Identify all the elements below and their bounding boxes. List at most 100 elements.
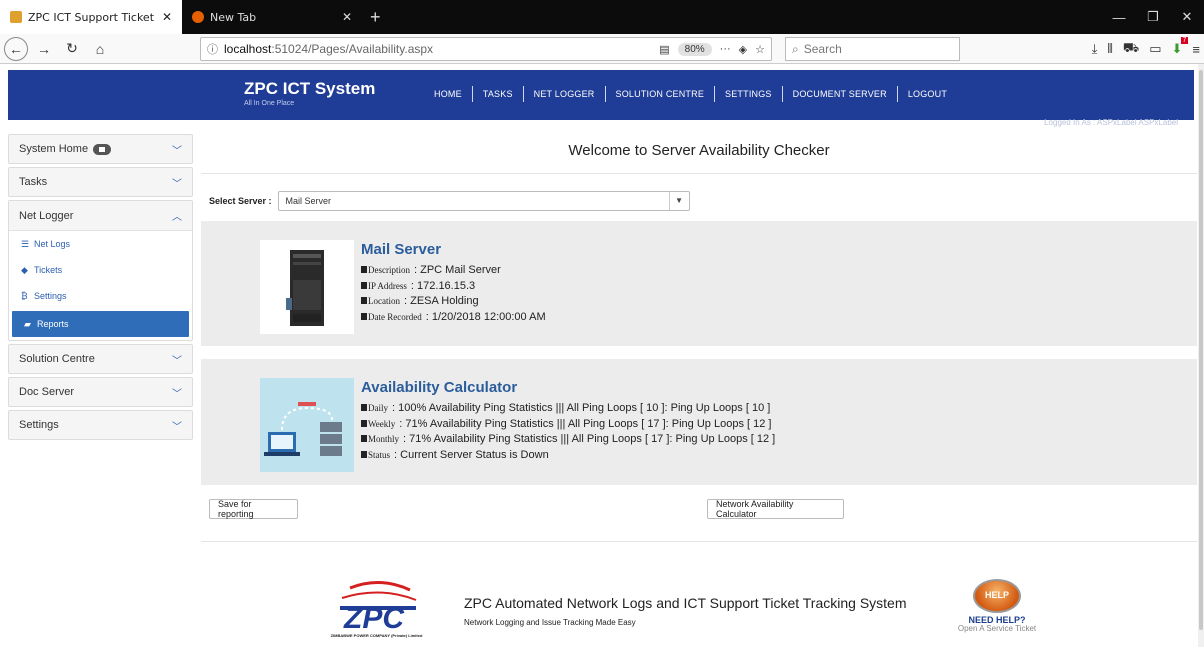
tab-new[interactable]: New Tab ✕: [182, 0, 362, 34]
sidebar-item-solution-centre[interactable]: Solution Centre ﹀: [8, 344, 193, 374]
search-placeholder: Search: [803, 42, 842, 56]
location-value: : ZESA Holding: [404, 295, 479, 307]
site-header: ZPC ICT System All In One Place HOME TAS…: [8, 70, 1194, 120]
footer-subtitle: Network Logging and Issue Tracking Made …: [464, 618, 636, 627]
back-icon[interactable]: ←: [4, 36, 28, 61]
zoom-level[interactable]: 80%: [677, 42, 712, 56]
server-description-row: Description : ZPC Mail Server: [361, 264, 546, 280]
library-icon[interactable]: ⫴: [1107, 41, 1112, 57]
menu-home[interactable]: HOME: [424, 86, 473, 102]
tab-title: New Tab: [210, 10, 257, 24]
scrollbar-thumb[interactable]: [1199, 70, 1203, 630]
sidebar-icon[interactable]: ▭: [1149, 41, 1161, 57]
tab-close-icon[interactable]: ✕: [342, 10, 352, 24]
restore-icon[interactable]: ❐: [1136, 9, 1170, 25]
new-tab-button[interactable]: +: [362, 0, 389, 34]
sidebar-subitem-label: Settings: [34, 291, 67, 301]
menu-solution-centre[interactable]: SOLUTION CENTRE: [606, 86, 716, 102]
server-select-row: Select Server : Mail Server ▼: [209, 191, 690, 211]
menu-tasks[interactable]: TASKS: [473, 86, 524, 102]
page-title: Welcome to Server Availability Checker: [201, 134, 1197, 174]
menu-document-server[interactable]: DOCUMENT SERVER: [783, 86, 898, 102]
availability-details: Daily : 100% Availability Ping Statistic…: [361, 402, 775, 464]
sidebar-item-system-home[interactable]: System Home ﹀: [8, 134, 193, 164]
cart-icon[interactable]: ⛟: [1123, 40, 1139, 58]
network-availability-button[interactable]: Network Availability Calculator: [707, 499, 844, 519]
search-input[interactable]: ⌕ Search: [785, 37, 960, 61]
server-date-row: Date Recorded : 1/20/2018 12:00:00 AM: [361, 311, 546, 327]
browser-nav-bar: ← → ↻ ⌂ ⓘ localhost:51024/Pages/Availabi…: [0, 34, 1204, 64]
status-label: Status: [368, 449, 391, 460]
top-menu: HOME TASKS NET LOGGER SOLUTION CENTRE SE…: [424, 86, 957, 102]
sidebar-item-settings[interactable]: Settings ﹀: [8, 410, 193, 440]
date-value: : 1/20/2018 12:00:00 AM: [425, 310, 546, 323]
zpc-logo: ZPC ZIMBABWE POWER COMPANY (Private) Lim…: [330, 580, 423, 644]
ip-value: : 172.16.15.3: [410, 279, 476, 292]
logo-text: ZIMBABWE POWER COMPANY (Private) Limited: [330, 633, 423, 638]
server-details: Description : ZPC Mail Server IP Address…: [361, 264, 546, 326]
bullet-icon: [361, 404, 367, 411]
page-scrollbar[interactable]: [1198, 64, 1204, 647]
page: ZPC ICT System All In One Place HOME TAS…: [0, 64, 1204, 647]
bookmark-star-icon[interactable]: ☆: [755, 43, 765, 56]
server-select-value: Mail Server: [285, 196, 332, 206]
search-icon: ⌕: [792, 41, 799, 56]
sidebar-subitem-reports[interactable]: ▰ Reports: [12, 311, 189, 337]
addon-icon[interactable]: ⬇ 7: [1172, 37, 1189, 57]
info-icon[interactable]: ⓘ: [207, 41, 218, 57]
chevron-down-icon: ﹀: [172, 355, 182, 367]
brand[interactable]: ZPC ICT System All In One Place: [244, 79, 375, 107]
tab-zpc[interactable]: ZPC ICT Support Ticket System ✕: [0, 0, 182, 34]
reader-view-icon[interactable]: ▤: [659, 43, 669, 56]
open-ticket-label: Open A Service Ticket: [957, 624, 1037, 633]
bullet-icon: [361, 312, 367, 320]
chevron-up-icon: ︿: [172, 212, 182, 223]
help-ball-icon: HELP: [973, 579, 1021, 613]
menu-icon[interactable]: ≡: [1192, 42, 1200, 57]
sidebar-group-net-logger: Net Logger ︿ ☰ Net Logs ◆ Tickets ₿ Sett…: [8, 200, 193, 341]
server-tower-icon: [286, 250, 324, 326]
menu-logout[interactable]: LOGOUT: [898, 86, 957, 102]
reload-icon[interactable]: ↻: [60, 37, 84, 61]
daily-row: Daily : 100% Availability Ping Statistic…: [361, 402, 775, 418]
tab-title: ZPC ICT Support Ticket System: [28, 10, 158, 24]
location-label: Location: [368, 296, 400, 306]
url-host: localhost: [224, 42, 272, 56]
monthly-row: Monthly : 71% Availability Ping Statisti…: [361, 433, 775, 449]
footer-divider: [201, 541, 1197, 542]
weekly-row: Weekly : 71% Availability Ping Statistic…: [361, 418, 775, 434]
home-icon[interactable]: ⌂: [88, 37, 112, 61]
sidebar-subitem-net-logs[interactable]: ☰ Net Logs: [9, 231, 192, 257]
sidebar-subitem-settings[interactable]: ₿ Settings: [9, 283, 192, 309]
menu-net-logger[interactable]: NET LOGGER: [524, 86, 606, 102]
server-image: [260, 240, 354, 334]
menu-settings[interactable]: SETTINGS: [715, 86, 783, 102]
url-bar[interactable]: ⓘ localhost:51024/Pages/Availability.asp…: [200, 37, 772, 61]
page-actions-icon[interactable]: ···: [720, 43, 731, 55]
bullet-icon: [361, 435, 367, 442]
sidebar-item-net-logger[interactable]: Net Logger ︿: [9, 201, 192, 231]
sidebar-item-tasks[interactable]: Tasks ﹀: [8, 167, 193, 197]
close-window-icon[interactable]: ✕: [1170, 9, 1204, 25]
server-select[interactable]: Mail Server ▼: [277, 191, 690, 211]
monthly-value: : 71% Availability Ping Statistics ||| A…: [403, 433, 776, 445]
sidebar-item-label: Settings: [19, 419, 59, 431]
sidebar-subitem-label: Net Logs: [34, 239, 71, 249]
logged-in-label: Logged In As : ASPxLabel ASPxLabel: [1044, 118, 1178, 127]
minimize-icon[interactable]: —: [1102, 10, 1136, 25]
main-content: Welcome to Server Availability Checker S…: [201, 134, 1197, 638]
sidebar-item-label: Net Logger: [19, 209, 74, 222]
server-title: Mail Server: [361, 241, 442, 258]
sidebar-subitem-tickets[interactable]: ◆ Tickets: [9, 257, 192, 283]
caret-down-icon[interactable]: ▼: [668, 192, 689, 210]
need-help-link[interactable]: HELP NEED HELP? Open A Service Ticket: [957, 579, 1037, 633]
save-for-reporting-button[interactable]: Save for reporting: [209, 499, 298, 519]
tab-close-icon[interactable]: ✕: [162, 10, 172, 24]
list-icon: ☰: [21, 238, 30, 249]
download-icon[interactable]: ⤓: [1092, 41, 1098, 57]
pocket-icon[interactable]: ◈: [739, 43, 747, 56]
forward-icon[interactable]: →: [32, 37, 56, 61]
bullet-icon: [361, 419, 367, 427]
sidebar-item-label: Solution Centre: [19, 353, 95, 365]
sidebar-item-doc-server[interactable]: Doc Server ﹀: [8, 377, 193, 407]
